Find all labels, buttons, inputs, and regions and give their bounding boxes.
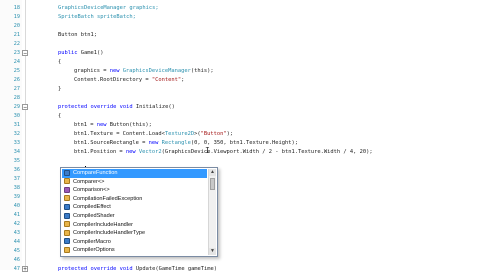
code-token: protected override void [58,266,136,272]
code-token: Content.RootDirectory = [74,77,152,83]
completion-item-label: CompilerMacro [73,238,111,245]
completion-item-label: CompareFunction [73,170,118,176]
completion-item-label: Comparer<> [73,178,105,185]
scroll-down-button[interactable]: ▼ [209,248,216,255]
code-token: "Button" [200,131,227,137]
code-token: protected override void [58,104,136,110]
collapse-toggle-icon[interactable]: − [22,104,28,111]
code-token: GraphicsDeviceManager graphics; [58,5,159,11]
code-token: btn1.Position = [74,149,126,155]
completion-item-label: Comparison<> [73,187,110,194]
code-token: new [148,140,162,146]
completion-item[interactable]: CompilerOptions [62,246,207,255]
code-token: (GraphicsDevice.Viewport.Width / 2 - btn… [161,149,373,155]
code-token: Button btn1; [58,32,97,38]
class-icon [64,178,70,185]
code-token: btn1 = [74,122,97,128]
struct-icon [64,212,70,219]
code-token: SpriteBatch spriteBatch; [58,14,136,20]
code-token: { [58,59,62,65]
scroll-up-button[interactable]: ▲ [209,169,216,176]
completion-item-label: CompiledEffect [73,204,111,211]
code-token: btn1.Texture = Content.Load< [74,131,165,137]
class-icon [64,246,70,253]
completion-item-label: CompiledShader [73,213,115,219]
code-token: new [109,68,123,74]
code-token: { [58,113,62,119]
code-text: protected override void Update(GameTime … [58,264,217,274]
code-token: ; [181,77,185,83]
code-token: Initialize() [135,104,175,110]
code-token: new [125,149,139,155]
scroll-thumb[interactable] [210,178,215,190]
code-token: Rectangle [161,140,191,146]
class-icon [64,195,70,202]
completion-scrollbar[interactable]: ▲ ▼ [208,169,216,255]
struct-icon [64,238,70,245]
line-number: 47 [13,266,20,272]
completion-item-label: CompilerIncludeHandlerType [73,230,146,237]
code-token: new [96,122,110,128]
code-token: (this); [190,68,214,74]
struct-icon [64,203,70,210]
code-token: Button(this); [109,122,152,128]
code-token: Game1() [80,50,104,56]
class-icon [64,229,70,236]
collapse-toggle-icon[interactable]: + [22,266,28,273]
completion-item-label: CompilationFailedException [73,195,143,202]
intellisense-completion-list[interactable]: CompareFunction Comparer<> Comparison<> Com… [60,167,218,257]
code-token: ); [226,131,234,137]
completion-item-label: CompilerOptions [73,247,115,254]
code-token: } [58,86,62,92]
code-token: Vector2 [138,149,162,155]
code-token: GraphicsDeviceManager [122,68,191,74]
code-token: graphics = [74,68,110,74]
code-token: Update(GameTime gameTime) [135,266,218,272]
class-icon [64,221,70,228]
code-token: "Content" [151,77,182,83]
collapse-toggle-icon[interactable]: − [22,50,28,57]
code-token: btn1.SourceRectangle = [74,140,149,146]
enum-icon [64,169,70,176]
i-beam-cursor-icon: I [205,146,210,155]
code-token: Texture2D [164,131,195,137]
delegate-icon [64,186,70,193]
code-token: public [58,50,81,56]
completion-item-label: CompilerIncludeHandler [73,221,134,228]
code-line[interactable]: 47 protected override void Update(GameTim… [0,264,480,274]
